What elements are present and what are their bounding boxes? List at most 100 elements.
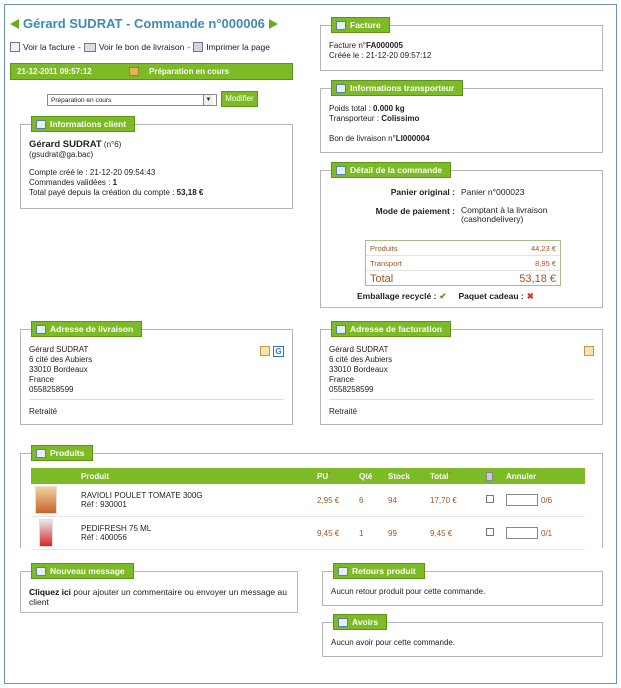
address-line: 6 cité des Aubiers bbox=[329, 355, 393, 364]
products-title: Produits bbox=[50, 448, 85, 458]
product-image[interactable] bbox=[35, 486, 57, 514]
address-line: 6 cité des Aubiers bbox=[29, 355, 93, 364]
product-returns-panel: Retours produit Aucun retour produit pou… bbox=[322, 563, 603, 606]
invoice-number-link[interactable]: FA000005 bbox=[366, 41, 403, 50]
product-returns-text: Aucun retour produit pour cette commande… bbox=[331, 587, 486, 596]
validated-orders-label: Commandes validées : bbox=[29, 178, 111, 187]
page-title: Gérard SUDRAT - Commande n°000006 bbox=[10, 16, 278, 31]
product-stock: 99 bbox=[388, 528, 397, 538]
address-line: Gérard SUDRAT bbox=[29, 345, 89, 354]
delivery-address-body: Gérard SUDRAT 6 cité des Aubiers 33010 B… bbox=[29, 345, 284, 395]
cancel-checkbox[interactable] bbox=[486, 528, 494, 536]
product-qty: 6 bbox=[359, 495, 364, 505]
shipping-total-label: Transport bbox=[370, 258, 402, 268]
link-separator: - bbox=[187, 42, 191, 52]
package-icon bbox=[129, 67, 139, 76]
invoice-header: Facture bbox=[331, 17, 390, 33]
asterisk-icon: * bbox=[328, 471, 331, 478]
order-status-bar: 21-12-2011 09:57:12 Préparation en cours bbox=[10, 63, 293, 80]
credits-title: Avoirs bbox=[352, 617, 379, 627]
products-header: Produits bbox=[31, 445, 94, 461]
invoice-title: Facture bbox=[350, 20, 381, 30]
original-cart-row: Panier original : Panier n°000023 bbox=[321, 187, 525, 197]
credits-header: Avoirs bbox=[333, 614, 388, 630]
product-pu: 9,45 € bbox=[317, 528, 340, 538]
new-message-header: Nouveau message bbox=[31, 563, 134, 579]
gift-wrap-label: Paquet cadeau : bbox=[458, 291, 524, 301]
carrier-title: Informations transporteur bbox=[350, 83, 455, 93]
original-cart-link[interactable]: Panier n°000023 bbox=[461, 187, 524, 197]
carrier-header: Informations transporteur bbox=[331, 80, 464, 96]
invoice-panel: Facture Facture n°FA000005 Créée le : 21… bbox=[320, 17, 603, 71]
view-invoice-link[interactable]: Voir la facture bbox=[23, 42, 75, 52]
cancel-checkbox-cell bbox=[486, 528, 506, 538]
total-paid-value: 53,18 € bbox=[176, 188, 204, 197]
product-image[interactable] bbox=[39, 519, 53, 547]
previous-order-icon[interactable] bbox=[10, 18, 19, 29]
modify-status-button[interactable]: Modifier bbox=[221, 91, 258, 107]
carrier-label: Transporteur : bbox=[329, 114, 379, 123]
total-paid-label: Total payé depuis la création du compte … bbox=[29, 188, 175, 197]
weight-label: Poids total : bbox=[329, 104, 371, 113]
billing-address-title: Adresse de facturation bbox=[350, 324, 443, 334]
print-page-link[interactable]: Imprimer la page bbox=[206, 42, 270, 52]
next-order-icon[interactable] bbox=[268, 18, 278, 29]
delivery-address-title: Adresse de livraison bbox=[50, 324, 134, 334]
cancel-checkbox[interactable] bbox=[486, 495, 494, 503]
action-links: Voir la facture - Voir le bon de livrais… bbox=[10, 42, 270, 52]
options-row: Emballage recyclé : ✔ Paquet cadeau : ✖ bbox=[357, 291, 534, 302]
truck-icon bbox=[83, 42, 96, 52]
cancel-qty-max: 0/6 bbox=[541, 495, 553, 505]
carrier-panel: Informations transporteur Poids total : … bbox=[320, 80, 603, 153]
client-info-body: Gérard SUDRAT (n°6) (gsudrat@ga.bac) Com… bbox=[29, 140, 284, 198]
link-separator: - bbox=[77, 42, 81, 52]
truck-icon bbox=[336, 83, 346, 93]
invoice-icon bbox=[10, 42, 20, 52]
col-cancel: Annuler bbox=[506, 471, 537, 481]
divider bbox=[329, 399, 594, 400]
products-table-header: Produit PU* Qté Stock Total* Annuler bbox=[31, 468, 585, 484]
col-pu: PU* bbox=[317, 472, 359, 481]
cancel-qty-cell: 0/6 bbox=[506, 494, 585, 506]
client-email: (gsudrat@ga.bac) bbox=[29, 150, 94, 159]
view-delivery-slip-link[interactable]: Voir le bon de livraison bbox=[99, 42, 185, 52]
asterisk-icon: * bbox=[448, 471, 451, 478]
status-date: 21-12-2011 09:57:12 bbox=[17, 67, 92, 76]
cancel-qty-input[interactable] bbox=[506, 494, 538, 506]
payment-label: Mode de paiement : bbox=[375, 206, 455, 216]
cancel-checkbox-cell bbox=[486, 495, 506, 505]
mail-icon bbox=[36, 566, 46, 576]
delivery-slip-link[interactable]: LI000004 bbox=[396, 134, 430, 143]
client-info-panel: Informations client Gérard SUDRAT (n°6) … bbox=[20, 116, 293, 209]
shipping-total-row: Transport 8,95 € bbox=[366, 256, 560, 271]
address-note: Retraité bbox=[29, 407, 58, 416]
carrier-body: Poids total : 0.000 kg Transporteur : Co… bbox=[329, 104, 594, 144]
client-info-title: Informations client bbox=[50, 119, 127, 129]
shipping-total-value: 8,95 € bbox=[535, 258, 556, 268]
product-stock: 94 bbox=[388, 495, 397, 505]
products-panel: Produits Produit PU* Qté Stock Total* An… bbox=[20, 445, 603, 550]
order-detail-title: Détail de la commande bbox=[350, 165, 443, 175]
invoice-created: Créée le : 21-12-20 09:57:12 bbox=[329, 51, 432, 60]
truck-icon bbox=[36, 324, 46, 334]
add-message-link[interactable]: Cliquez ici bbox=[29, 587, 71, 597]
col-stock: Stock bbox=[388, 471, 410, 481]
cancel-qty-input[interactable] bbox=[506, 527, 538, 539]
credit-note-icon bbox=[338, 617, 348, 627]
product-returns-header: Retours produit bbox=[333, 563, 425, 579]
products-table: Produit PU* Qté Stock Total* Annuler RAV… bbox=[31, 468, 585, 550]
billing-address-panel: Adresse de facturation Gérard SUDRAT 6 c… bbox=[320, 321, 603, 425]
address-line: 33010 Bordeaux bbox=[329, 365, 388, 374]
product-name[interactable]: RAVIOLI POULET TOMATE 300G bbox=[81, 491, 317, 500]
delivery-address-panel: Adresse de livraison G Gérard SUDRAT 6 c… bbox=[20, 321, 293, 425]
divider bbox=[29, 399, 284, 400]
document-icon bbox=[336, 165, 346, 175]
delivery-slip-label: Bon de livraison n° bbox=[329, 134, 396, 143]
client-info-header: Informations client bbox=[31, 116, 136, 132]
checkmark-icon: ✔ bbox=[439, 291, 447, 301]
product-name[interactable]: PEDIFRESH 75 ML bbox=[81, 524, 317, 533]
credits-text: Aucun avoir pour cette commande. bbox=[331, 638, 456, 647]
status-select[interactable]: Préparation en cours ▼ bbox=[47, 94, 217, 106]
carrier-value: Colissimo bbox=[381, 114, 420, 123]
weight-value: 0.000 kg bbox=[373, 104, 405, 113]
